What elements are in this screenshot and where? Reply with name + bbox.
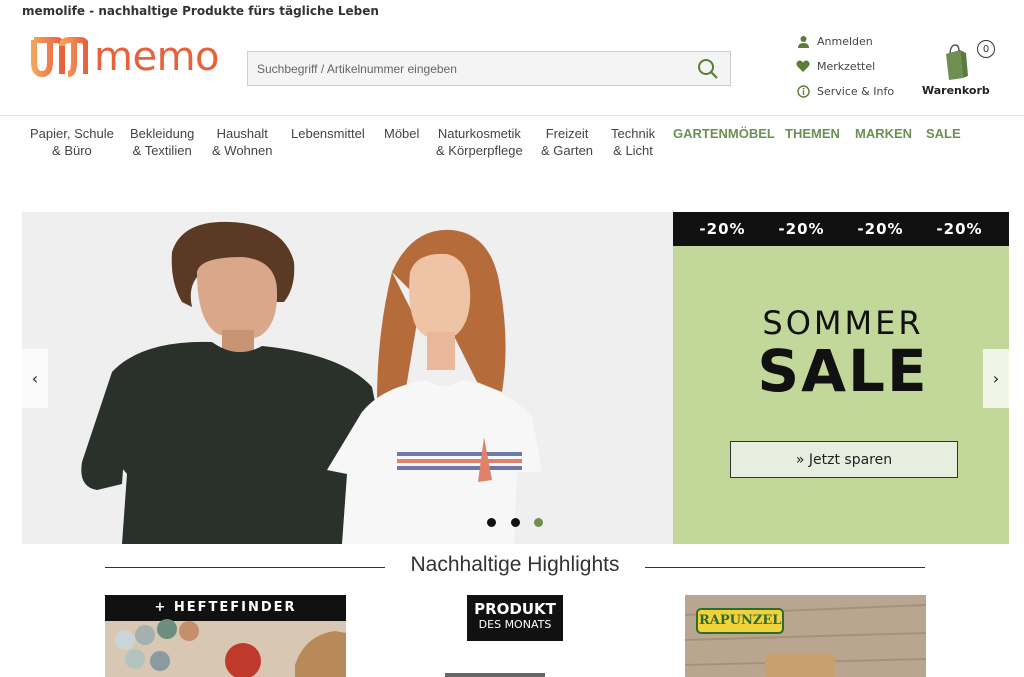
jetzt-sparen-button[interactable]: » Jetzt sparen	[730, 441, 958, 478]
service-label: Service & Info	[817, 84, 895, 98]
header-divider	[0, 115, 1024, 116]
nav-label: Lebensmittel	[291, 126, 365, 141]
cart-label: Warenkorb	[922, 84, 990, 97]
nav-item-moebel[interactable]: Möbel	[384, 125, 419, 142]
search-button[interactable]	[686, 52, 730, 85]
nav-label: SALE	[926, 126, 961, 141]
discount-bar: -20% -20% -20% -20%	[673, 212, 1009, 246]
nav-item-themen[interactable]: THEMEN	[785, 125, 840, 142]
rapunzel-logo: RAPUNZEL	[699, 613, 782, 628]
nav-item-sale[interactable]: SALE	[926, 125, 961, 142]
slider-dot[interactable]	[511, 518, 520, 527]
nav-label: Naturkosmetik	[437, 126, 521, 141]
cart-button[interactable]: 0 Warenkorb	[920, 40, 995, 100]
cart-count-badge: 0	[977, 40, 995, 58]
logo-mark-icon	[31, 37, 88, 78]
chevron-right-icon: ›	[992, 369, 1000, 388]
nav-item-papier[interactable]: Papier, Schule & Büro	[30, 125, 114, 159]
memo-logo[interactable]: memo	[30, 32, 225, 82]
headline-sale: SALE	[757, 337, 929, 405]
nav-label: Möbel	[384, 126, 420, 141]
nav-item-lebensmittel[interactable]: Lebensmittel	[291, 125, 365, 142]
nav-label: GARTENMÖBEL	[673, 126, 775, 141]
slider-dot-active[interactable]	[534, 518, 543, 527]
nav-item-naturkosmetik[interactable]: Naturkosmetik & Körperpflege	[436, 125, 523, 159]
discount-label: -20%	[936, 220, 983, 238]
nav-item-gartenmoebel[interactable]: GARTENMÖBEL	[673, 125, 775, 142]
badge-line-1: PRODUKT	[474, 600, 556, 618]
heart-icon	[796, 59, 810, 73]
slider-prev-button[interactable]: ‹	[22, 349, 48, 408]
logo-text: memo	[94, 34, 220, 80]
nav-label: Papier, Schule	[30, 126, 114, 141]
nav-item-freizeit[interactable]: Freizeit & Garten	[541, 125, 593, 159]
heading-rule	[645, 567, 925, 568]
discount-label: -20%	[778, 220, 825, 238]
nav-label: & Textilien	[132, 143, 192, 158]
search-icon	[698, 58, 718, 79]
info-icon	[796, 84, 810, 98]
nav-label: & Wohnen	[212, 143, 273, 158]
nav-item-technik[interactable]: Technik & Licht	[611, 125, 655, 159]
nav-item-haushalt[interactable]: Haushalt & Wohnen	[212, 125, 272, 159]
rapunzel-card[interactable]: RAPUNZEL	[685, 595, 926, 677]
badge-line-2: DES MONATS	[478, 618, 552, 631]
slider-dot[interactable]	[487, 518, 496, 527]
user-icon	[796, 34, 810, 48]
nav-label: MARKEN	[855, 126, 913, 141]
service-link[interactable]: Service & Info	[796, 84, 894, 98]
nav-label: THEMEN	[785, 126, 840, 141]
search-input[interactable]	[248, 52, 686, 85]
chevron-left-icon: ‹	[31, 369, 39, 388]
slider-next-button[interactable]: ›	[983, 349, 1009, 408]
sommer-sale-banner[interactable]: -20% -20% -20% -20% SOMMER SALE » Jetzt …	[673, 212, 1009, 544]
section-title: Nachhaltige Highlights	[410, 553, 620, 576]
nav-label: & Büro	[52, 143, 92, 158]
produkt-des-monats-card[interactable]: PRODUKT DES MONATS	[345, 595, 685, 677]
discount-label: -20%	[699, 220, 746, 238]
search-bar	[247, 51, 731, 86]
tagline: memolife - nachhaltige Produkte fürs täg…	[22, 4, 379, 18]
section-heading: Nachhaltige Highlights	[105, 553, 925, 583]
login-label: Anmelden	[817, 34, 873, 48]
nav-label: Technik	[611, 126, 656, 141]
nav-item-marken[interactable]: MARKEN	[855, 125, 912, 142]
heftefinder-badge: + HEFTEFINDER	[154, 600, 297, 615]
login-link[interactable]: Anmelden	[796, 34, 873, 48]
wishlist-label: Merkzettel	[817, 59, 876, 73]
discount-label: -20%	[857, 220, 904, 238]
produkt-des-monats-badge: PRODUKT DES MONATS	[467, 595, 563, 641]
hero-image[interactable]	[22, 212, 673, 544]
nav-item-bekleidung[interactable]: Bekleidung & Textilien	[130, 125, 194, 159]
nav-label: & Licht	[613, 143, 653, 158]
nav-label: & Körperpflege	[436, 143, 523, 158]
nav-label: & Garten	[541, 143, 594, 158]
shopping-bag-icon	[946, 44, 968, 80]
wishlist-link[interactable]: Merkzettel	[796, 59, 875, 73]
product-image	[445, 673, 545, 677]
nav-label: Bekleidung	[130, 126, 195, 141]
nav-label: Haushalt	[216, 126, 268, 141]
hero-slider: -20% -20% -20% -20% SOMMER SALE » Jetzt …	[22, 212, 1009, 544]
nav-label: Freizeit	[545, 126, 589, 141]
rapunzel-image	[685, 595, 926, 677]
heftefinder-card[interactable]: + HEFTEFINDER	[105, 595, 346, 677]
